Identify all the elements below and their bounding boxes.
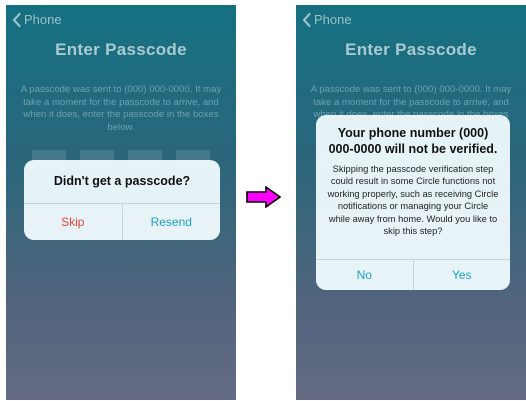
alert-button-row: No Yes: [316, 259, 510, 290]
alert-dialog: Didn't get a passcode? Skip Resend: [24, 160, 220, 240]
resend-button[interactable]: Resend: [121, 204, 221, 240]
alert-button-row: Skip Resend: [24, 203, 220, 240]
phone-screen-before: Phone Enter Passcode A passcode was sent…: [6, 5, 236, 400]
alert-dialog: Your phone number (000) 000-0000 will no…: [316, 115, 510, 290]
phone-screen-after: Phone Enter Passcode A passcode was sent…: [296, 5, 526, 400]
yes-button[interactable]: Yes: [412, 260, 511, 290]
no-button[interactable]: No: [316, 260, 413, 290]
alert-title: Your phone number (000) 000-0000 will no…: [328, 126, 498, 156]
alert-message: Skipping the passcode verification step …: [327, 164, 499, 237]
arrow-right-icon: [246, 186, 282, 208]
skip-button[interactable]: Skip: [24, 204, 122, 240]
alert-title: Didn't get a passcode?: [53, 174, 191, 188]
